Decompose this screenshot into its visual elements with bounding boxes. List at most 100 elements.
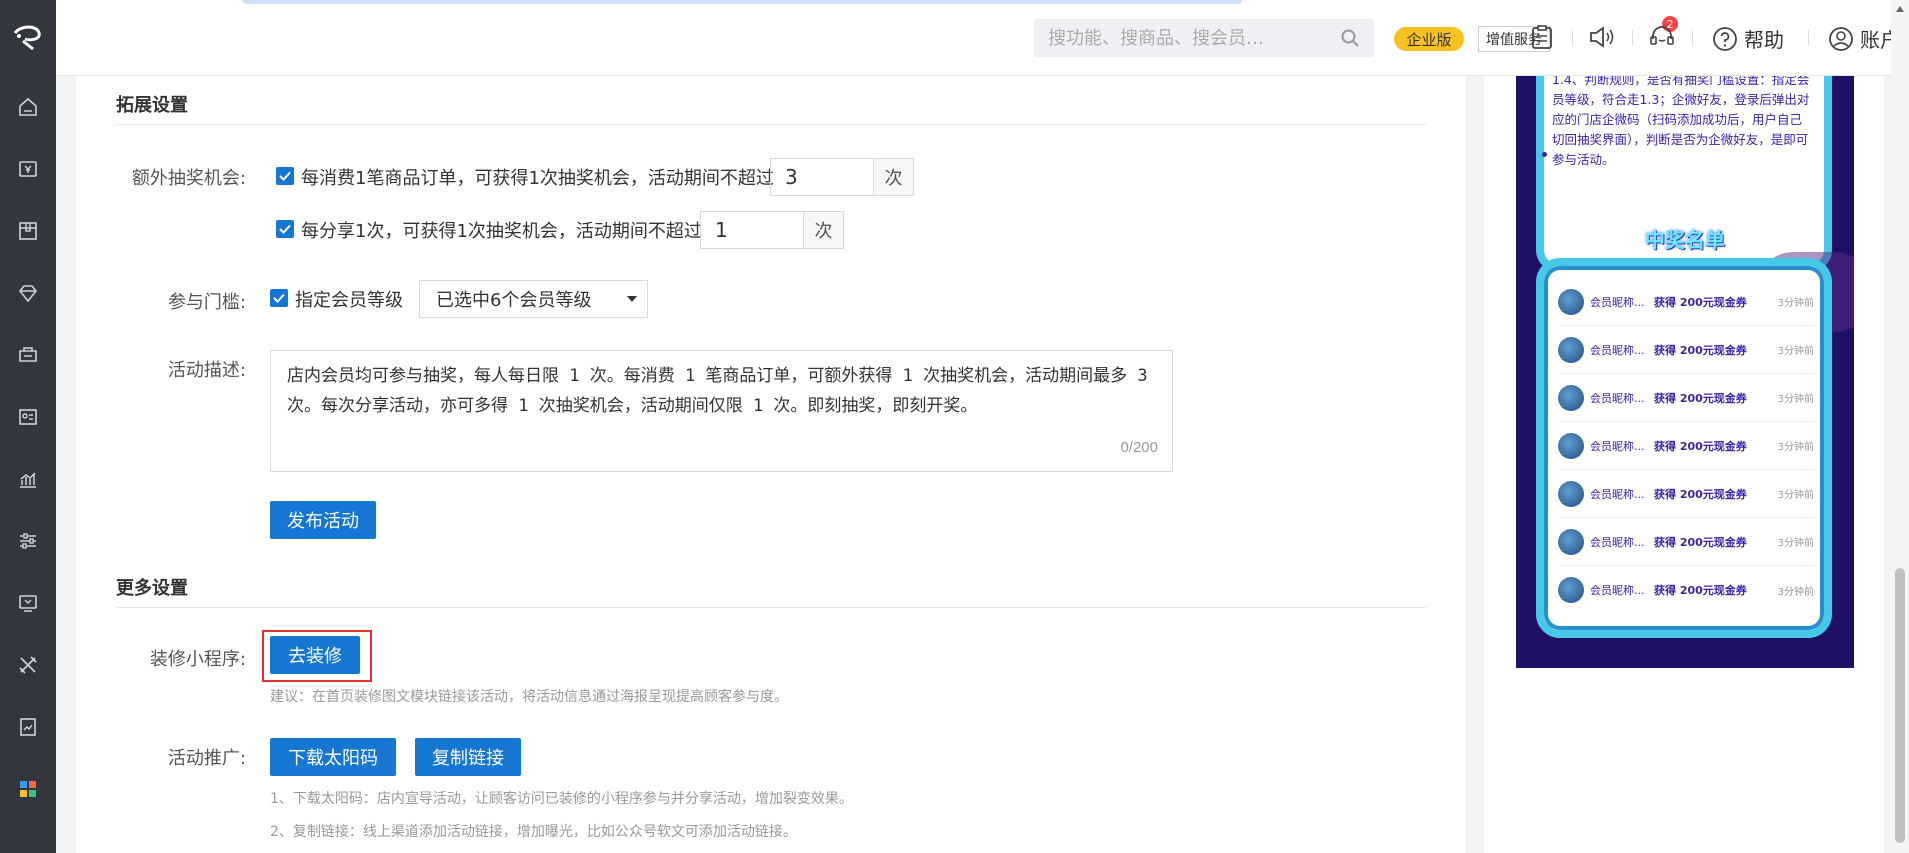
order-chance-checkbox[interactable] <box>276 167 294 185</box>
top-banner-edge <box>242 0 1242 4</box>
avatar <box>1558 288 1584 315</box>
divider <box>1510 30 1511 46</box>
more-settings-title: 更多设置 <box>116 578 188 599</box>
announcement-icon[interactable] <box>1588 24 1616 50</box>
help-label: 帮助 <box>1744 28 1784 52</box>
divider <box>116 607 1426 608</box>
nav-member-icon[interactable] <box>0 262 56 324</box>
winner-row: 会员昵称... 获得 200元现金券 3分钟前 <box>1558 326 1814 374</box>
mini-program-preview: 1.4、判断规则，是否有抽奖门槛设置：指定会员等级，符合走1.3；企微好友，登录… <box>1516 76 1854 668</box>
decorate-label: 装修小程序: <box>149 649 246 670</box>
nav-cashier-icon[interactable] <box>0 138 56 200</box>
winner-time: 3分钟前 <box>1777 538 1814 549</box>
top-bar: 企业版 增值服务 2 帮助 账户 <box>56 0 1909 76</box>
promo-hint-1: 1、下载太阳码：店内宣导活动，让顾客访问已装修的小程序参与并分享活动，增加裂变效… <box>270 791 853 807</box>
user-icon <box>1829 26 1853 51</box>
bullet-dot <box>1542 152 1547 157</box>
scroll-up-arrow-icon[interactable] <box>1896 6 1904 12</box>
search-input[interactable] <box>1048 27 1318 49</box>
clipboard-icon[interactable] <box>1530 24 1554 50</box>
member-level-select[interactable]: 已选中6个会员等级 <box>419 280 648 318</box>
scrollbar-thumb[interactable] <box>1895 568 1905 843</box>
logo-icon <box>13 25 41 51</box>
share-chance-unit: 次 <box>803 212 843 248</box>
winner-prize: 获得 200元现金券 <box>1654 295 1747 309</box>
promo-hint-2: 2、复制链接：线上渠道添加活动链接，增加曝光，比如公众号软文可添加活动链接。 <box>270 824 797 840</box>
expand-settings-title: 拓展设置 <box>116 95 188 116</box>
winner-name: 会员昵称... <box>1590 295 1645 309</box>
winner-row: 会员昵称... 获得 200元现金券 3分钟前 <box>1558 470 1814 518</box>
nav-finance-icon[interactable] <box>0 696 56 758</box>
character-counter: 0/200 <box>1120 439 1158 456</box>
edition-badge[interactable]: 企业版 <box>1394 27 1464 51</box>
winner-name: 会员昵称... <box>1590 439 1645 453</box>
winner-row: 会员昵称... 获得 200元现金券 3分钟前 <box>1558 566 1814 614</box>
winner-row: 会员昵称... 获得 200元现金券 3分钟前 <box>1558 278 1814 326</box>
page-scrollbar[interactable] <box>1891 0 1909 853</box>
winner-row: 会员昵称... 获得 200元现金券 3分钟前 <box>1558 422 1814 470</box>
nav-tools-icon[interactable] <box>0 634 56 696</box>
nav-settings-icon[interactable] <box>0 510 56 572</box>
promotion-label: 活动推广: <box>167 748 246 769</box>
share-chance-value[interactable]: 1 <box>701 212 803 248</box>
nav-report-icon[interactable] <box>0 448 56 510</box>
description-textarea[interactable]: 店内会员均可参与抽奖，每人每日限 1 次。每消费 1 笔商品订单，可额外获得 1… <box>270 350 1173 472</box>
avatar <box>1558 384 1584 411</box>
nav-marketing-icon[interactable] <box>0 324 56 386</box>
nav-apps-icon[interactable] <box>0 758 56 820</box>
winner-time: 3分钟前 <box>1777 298 1814 309</box>
order-chance-value[interactable]: 3 <box>771 159 873 195</box>
winner-time: 3分钟前 <box>1777 490 1814 501</box>
logo[interactable] <box>0 0 56 76</box>
customer-service-icon[interactable] <box>1648 24 1676 50</box>
extra-chance-label: 额外抽奖机会: <box>131 168 246 189</box>
avatar <box>1558 577 1584 603</box>
winner-time: 3分钟前 <box>1777 346 1814 357</box>
nav-home-icon[interactable] <box>0 76 56 138</box>
divider <box>1572 30 1573 46</box>
winner-prize: 获得 200元现金券 <box>1654 487 1747 501</box>
avatar <box>1558 432 1584 459</box>
copy-link-button[interactable]: 复制链接 <box>415 738 521 776</box>
avatar <box>1558 528 1584 555</box>
search-icon[interactable] <box>1340 28 1360 48</box>
order-chance-unit: 次 <box>873 159 913 195</box>
account-menu[interactable]: 账户 <box>1828 24 1900 53</box>
winner-row: 会员昵称... 获得 200元现金券 3分钟前 <box>1558 374 1814 422</box>
winner-time: 3分钟前 <box>1777 394 1814 405</box>
winner-prize: 获得 200元现金券 <box>1654 343 1747 357</box>
winner-time: 3分钟前 <box>1777 586 1814 598</box>
publish-activity-button[interactable]: 发布活动 <box>270 501 376 539</box>
help-menu[interactable]: 帮助 <box>1712 24 1784 53</box>
decorate-hint: 建议：在首页装修图文模块链接该活动，将活动信息通过海报呈现提高顾客参与度。 <box>270 689 788 705</box>
winner-name: 会员昵称... <box>1590 584 1645 597</box>
share-chance-input[interactable]: 1 次 <box>700 211 844 249</box>
share-chance-text: 每分享1次，可获得1次抽奖机会，活动期间不超过 <box>301 221 702 242</box>
share-chance-checkbox[interactable] <box>276 220 294 238</box>
help-icon <box>1713 26 1737 51</box>
rules-text: 1.4、判断规则，是否有抽奖门槛设置：指定会员等级，符合走1.3；企微好友，登录… <box>1552 76 1810 167</box>
global-search[interactable] <box>1034 19 1374 57</box>
winner-prize: 获得 200元现金券 <box>1654 535 1747 549</box>
order-chance-input[interactable]: 3 次 <box>770 158 914 196</box>
decorate-button[interactable]: 去装修 <box>270 636 360 674</box>
avatar <box>1558 480 1584 507</box>
winners-title: 中奖名单 <box>1645 228 1725 252</box>
member-level-checkbox[interactable] <box>270 289 288 307</box>
nav-goods-icon[interactable] <box>0 200 56 262</box>
divider <box>1692 30 1693 46</box>
download-sun-code-button[interactable]: 下载太阳码 <box>270 738 396 776</box>
member-level-select-value: 已选中6个会员等级 <box>436 290 592 311</box>
chevron-down-icon <box>627 296 637 302</box>
activity-form: 拓展设置 额外抽奖机会: 每消费1笔商品订单，可获得1次抽奖机会，活动期间不超过… <box>76 76 1466 853</box>
sidebar <box>0 0 56 853</box>
threshold-label: 参与门槛: <box>167 292 246 313</box>
winner-name: 会员昵称... <box>1590 391 1645 405</box>
winner-prize: 获得 200元现金券 <box>1654 439 1747 453</box>
nav-device-icon[interactable] <box>0 572 56 634</box>
winner-name: 会员昵称... <box>1590 487 1645 501</box>
nav-staff-icon[interactable] <box>0 386 56 448</box>
description-label: 活动描述: <box>167 360 246 381</box>
winner-name: 会员昵称... <box>1590 343 1645 357</box>
winner-row: 会员昵称... 获得 200元现金券 3分钟前 <box>1558 518 1814 566</box>
